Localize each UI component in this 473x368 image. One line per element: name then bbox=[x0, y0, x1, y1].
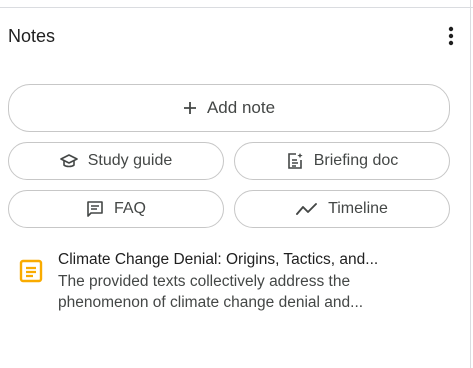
note-text: Climate Change Denial: Origins, Tactics,… bbox=[58, 250, 448, 313]
right-divider bbox=[470, 0, 471, 368]
plus-icon bbox=[183, 101, 197, 115]
faq-label: FAQ bbox=[113, 200, 146, 217]
note-document-icon bbox=[18, 258, 46, 313]
notes-header: Notes bbox=[8, 22, 457, 50]
graduation-cap-icon bbox=[59, 153, 78, 169]
study-guide-label: Study guide bbox=[87, 152, 173, 169]
note-snippet-line-2: phenomenon of climate change denial and.… bbox=[58, 294, 364, 311]
timeline-label: Timeline bbox=[328, 200, 388, 217]
panel-title: Notes bbox=[8, 25, 56, 46]
add-note-button[interactable]: Add note bbox=[8, 84, 450, 132]
briefing-doc-button[interactable]: Briefing doc bbox=[234, 142, 450, 180]
note-title: Climate Change Denial: Origins, Tactics,… bbox=[58, 251, 379, 268]
timeline-button[interactable]: Timeline bbox=[234, 190, 450, 228]
faq-button[interactable]: FAQ bbox=[8, 190, 224, 228]
note-snippet-line-1: The provided texts collectively address … bbox=[58, 273, 351, 290]
briefing-doc-label: Briefing doc bbox=[313, 152, 399, 169]
top-divider bbox=[0, 7, 473, 8]
add-note-label: Add note bbox=[206, 98, 276, 117]
note-item[interactable]: Climate Change Denial: Origins, Tactics,… bbox=[18, 250, 448, 313]
document-sparkle-icon bbox=[286, 152, 304, 170]
study-guide-button[interactable]: Study guide bbox=[8, 142, 224, 180]
note-snippet: The provided texts collectively address … bbox=[58, 271, 448, 313]
chat-list-icon bbox=[86, 200, 104, 218]
more-options-icon[interactable] bbox=[439, 22, 463, 50]
trend-line-icon bbox=[296, 202, 318, 216]
